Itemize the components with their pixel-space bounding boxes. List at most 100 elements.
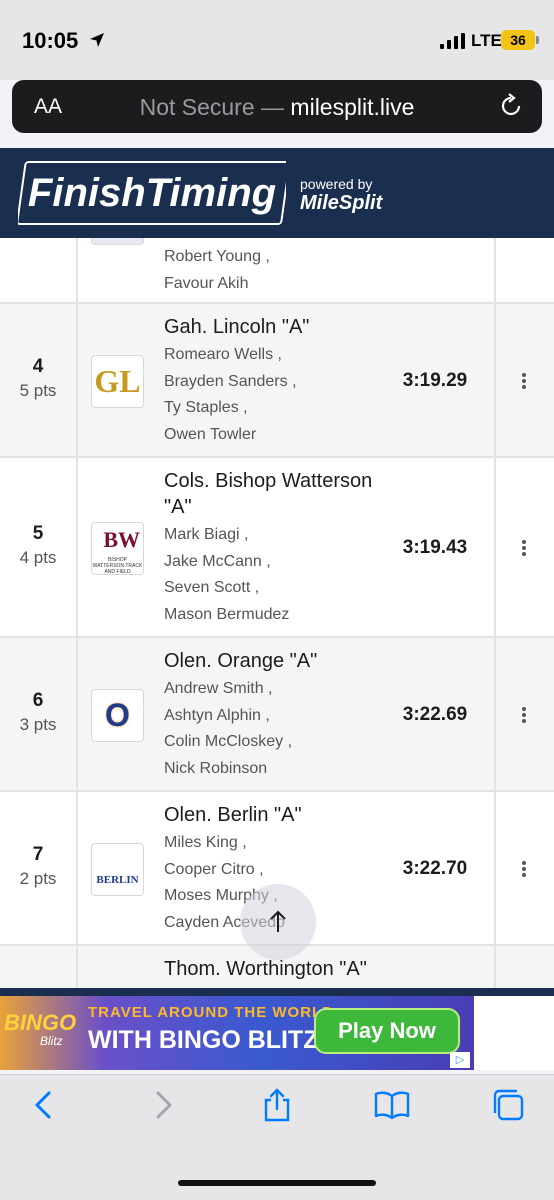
place-cell: 6 3 pts	[0, 690, 76, 735]
kebab-dot	[522, 546, 526, 550]
runner-name[interactable]: Colin McCloskey ,	[164, 729, 292, 755]
runner-name[interactable]: Mark Biagi ,	[164, 522, 248, 548]
column-divider	[494, 304, 496, 456]
finishtiming-logo[interactable]: FinishTiming	[18, 160, 286, 226]
column-divider	[76, 792, 78, 944]
status-time: 10:05	[22, 28, 79, 53]
ad-play-now-button[interactable]: Play Now	[314, 1008, 460, 1054]
tabs-icon[interactable]	[490, 1087, 526, 1123]
address-bar[interactable]: AA Not Secure — milesplit.live	[12, 80, 542, 133]
bookmarks-icon[interactable]	[374, 1087, 410, 1123]
runner-name[interactable]: Jake McCann ,	[164, 549, 271, 575]
security-label: Not Secure —	[139, 94, 285, 120]
footer-bar	[0, 988, 554, 996]
back-icon[interactable]	[26, 1087, 62, 1123]
kebab-dot	[522, 713, 526, 717]
battery-nub	[536, 36, 539, 44]
runner-name[interactable]: Owen Towler	[164, 422, 256, 448]
runner-name[interactable]: Cooper Citro ,	[164, 857, 264, 883]
adchoices-icon[interactable]: ▷	[450, 1052, 470, 1068]
column-divider	[76, 946, 78, 988]
battery-icon: 36	[501, 30, 535, 50]
results-rows: Robert Young , Favour Akih Gah. Lincoln "A…	[0, 238, 554, 988]
ad-subheadline: WITH BINGO BLITZ	[88, 1026, 319, 1054]
more-options-icon[interactable]	[514, 705, 534, 725]
runner-name[interactable]: Robert Young ,	[164, 244, 270, 270]
result-time: 3:19.43	[402, 537, 468, 558]
ad-brand-logo: BINGO	[4, 1010, 77, 1035]
home-indicator	[178, 1180, 376, 1186]
runner-name[interactable]: Mason Bermudez	[164, 602, 289, 628]
runner-name[interactable]: Ty Staples ,	[164, 395, 248, 421]
place-points: 4 pts	[19, 548, 57, 567]
team-logo-text: BERLIN	[96, 874, 139, 886]
column-divider	[494, 238, 496, 302]
team-name[interactable]: Olen. Orange "A"	[164, 648, 404, 674]
runner-name[interactable]: Romearo Wells ,	[164, 342, 282, 368]
team-logo-caption: BISHOP WATTERSON TRACK AND FIELD	[92, 557, 143, 575]
column-divider	[494, 458, 496, 636]
results-table: Robert Young , Favour Akih Gah. Lincoln "A…	[0, 238, 554, 988]
powered-by-label: powered by	[300, 176, 373, 192]
more-options-icon[interactable]	[514, 859, 534, 879]
team-logo: GL	[91, 355, 144, 408]
place-number: 5	[32, 523, 44, 544]
kebab-dot	[522, 379, 526, 383]
result-time: 3:19.29	[402, 370, 468, 391]
place-points: 3 pts	[19, 715, 57, 734]
team-logo	[91, 238, 144, 245]
more-options-icon[interactable]	[514, 538, 534, 558]
place-number: 6	[32, 690, 44, 711]
column-divider	[494, 792, 496, 944]
kebab-dot	[522, 867, 526, 871]
share-icon[interactable]	[259, 1087, 295, 1123]
url-domain: milesplit.live	[290, 94, 415, 120]
network-type: LTE	[471, 31, 502, 50]
result-row: Cols. Bishop Watterson "A" Mark Biagi , Ja…	[0, 458, 554, 638]
finishtiming-logo-text: FinishTiming	[28, 171, 276, 215]
place-cell: 7 2 pts	[0, 844, 76, 889]
place-points: 2 pts	[19, 869, 57, 888]
runner-name[interactable]: Brayden Sanders ,	[164, 369, 297, 395]
team-logo: BERLIN	[91, 843, 144, 896]
runner-name[interactable]: Favour Akih	[164, 271, 248, 297]
ad-banner[interactable]: BINGO Blitz TRAVEL AROUND THE WORLD WITH…	[0, 996, 474, 1070]
result-row: Robert Young , Favour Akih	[0, 238, 554, 304]
reload-icon[interactable]	[498, 93, 524, 119]
url-field[interactable]: Not Secure — milesplit.live	[12, 94, 542, 121]
scroll-to-top-button[interactable]	[240, 884, 316, 960]
arrow-up-icon	[270, 910, 286, 932]
result-row: Gah. Lincoln "A" Romearo Wells , Brayden S…	[0, 304, 554, 458]
more-options-icon[interactable]	[514, 371, 534, 391]
runner-name[interactable]: Seven Scott ,	[164, 575, 259, 601]
result-time: 3:22.69	[402, 704, 468, 725]
forward-icon[interactable]	[145, 1087, 181, 1123]
status-bar: 10:05 LTE 36	[0, 0, 554, 80]
ad-brand-sub: Blitz	[40, 1034, 63, 1048]
place-cell: 5 4 pts	[0, 523, 76, 568]
team-name[interactable]: Olen. Berlin "A"	[164, 802, 404, 828]
kebab-dot	[522, 552, 526, 556]
team-logo: BW BISHOP WATTERSON TRACK AND FIELD	[91, 522, 144, 575]
milesplit-logo[interactable]: MileSplit	[300, 192, 382, 215]
signal-bars-icon	[440, 33, 465, 49]
column-divider	[76, 638, 78, 790]
location-arrow-icon	[90, 33, 104, 47]
place-points: 5 pts	[19, 381, 57, 400]
runner-name[interactable]: Nick Robinson	[164, 756, 267, 782]
kebab-dot	[522, 707, 526, 711]
runner-name[interactable]: Ashtyn Alphin ,	[164, 703, 270, 729]
place-number: 7	[32, 844, 44, 865]
team-logo-text: GL	[94, 363, 141, 399]
team-logo-text: BW	[103, 527, 140, 552]
runner-name[interactable]: Andrew Smith ,	[164, 676, 272, 702]
ad-headline: TRAVEL AROUND THE WORLD	[88, 1004, 335, 1021]
kebab-dot	[522, 861, 526, 865]
team-name[interactable]: Gah. Lincoln "A"	[164, 314, 404, 340]
kebab-dot	[522, 540, 526, 544]
column-divider	[76, 238, 78, 302]
result-row: Olen. Orange "A" Andrew Smith , Ashtyn Alp…	[0, 638, 554, 792]
team-name[interactable]: Cols. Bishop Watterson "A"	[164, 468, 404, 520]
kebab-dot	[522, 873, 526, 877]
runner-name[interactable]: Miles King ,	[164, 830, 247, 856]
